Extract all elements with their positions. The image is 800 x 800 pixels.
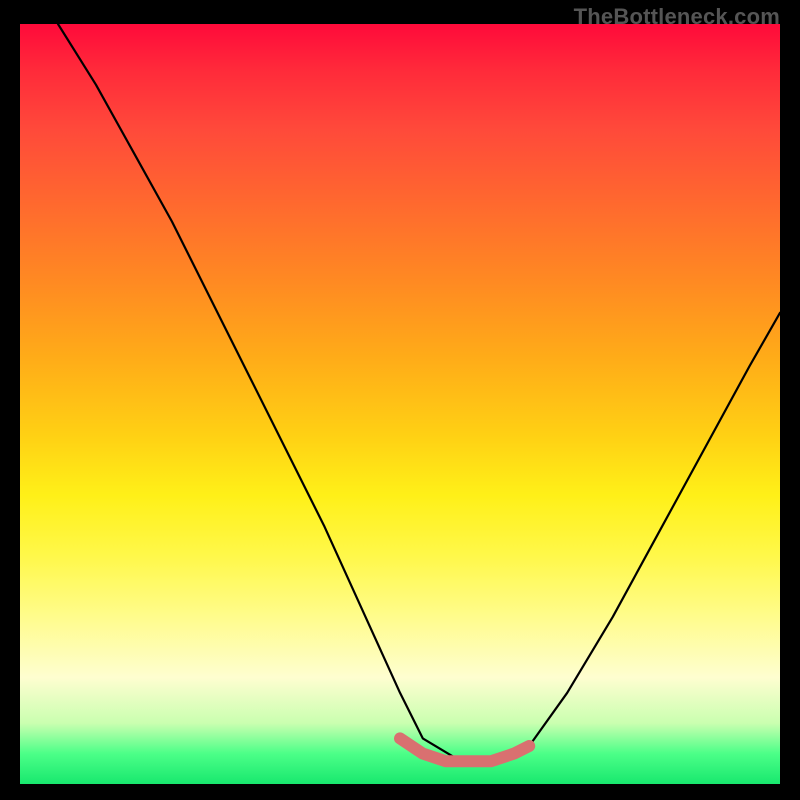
plot-area <box>20 24 780 784</box>
bottleneck-curve <box>58 24 780 761</box>
optimal-range-marker <box>400 738 529 761</box>
chart-stage: TheBottleneck.com <box>0 0 800 800</box>
chart-svg <box>20 24 780 784</box>
